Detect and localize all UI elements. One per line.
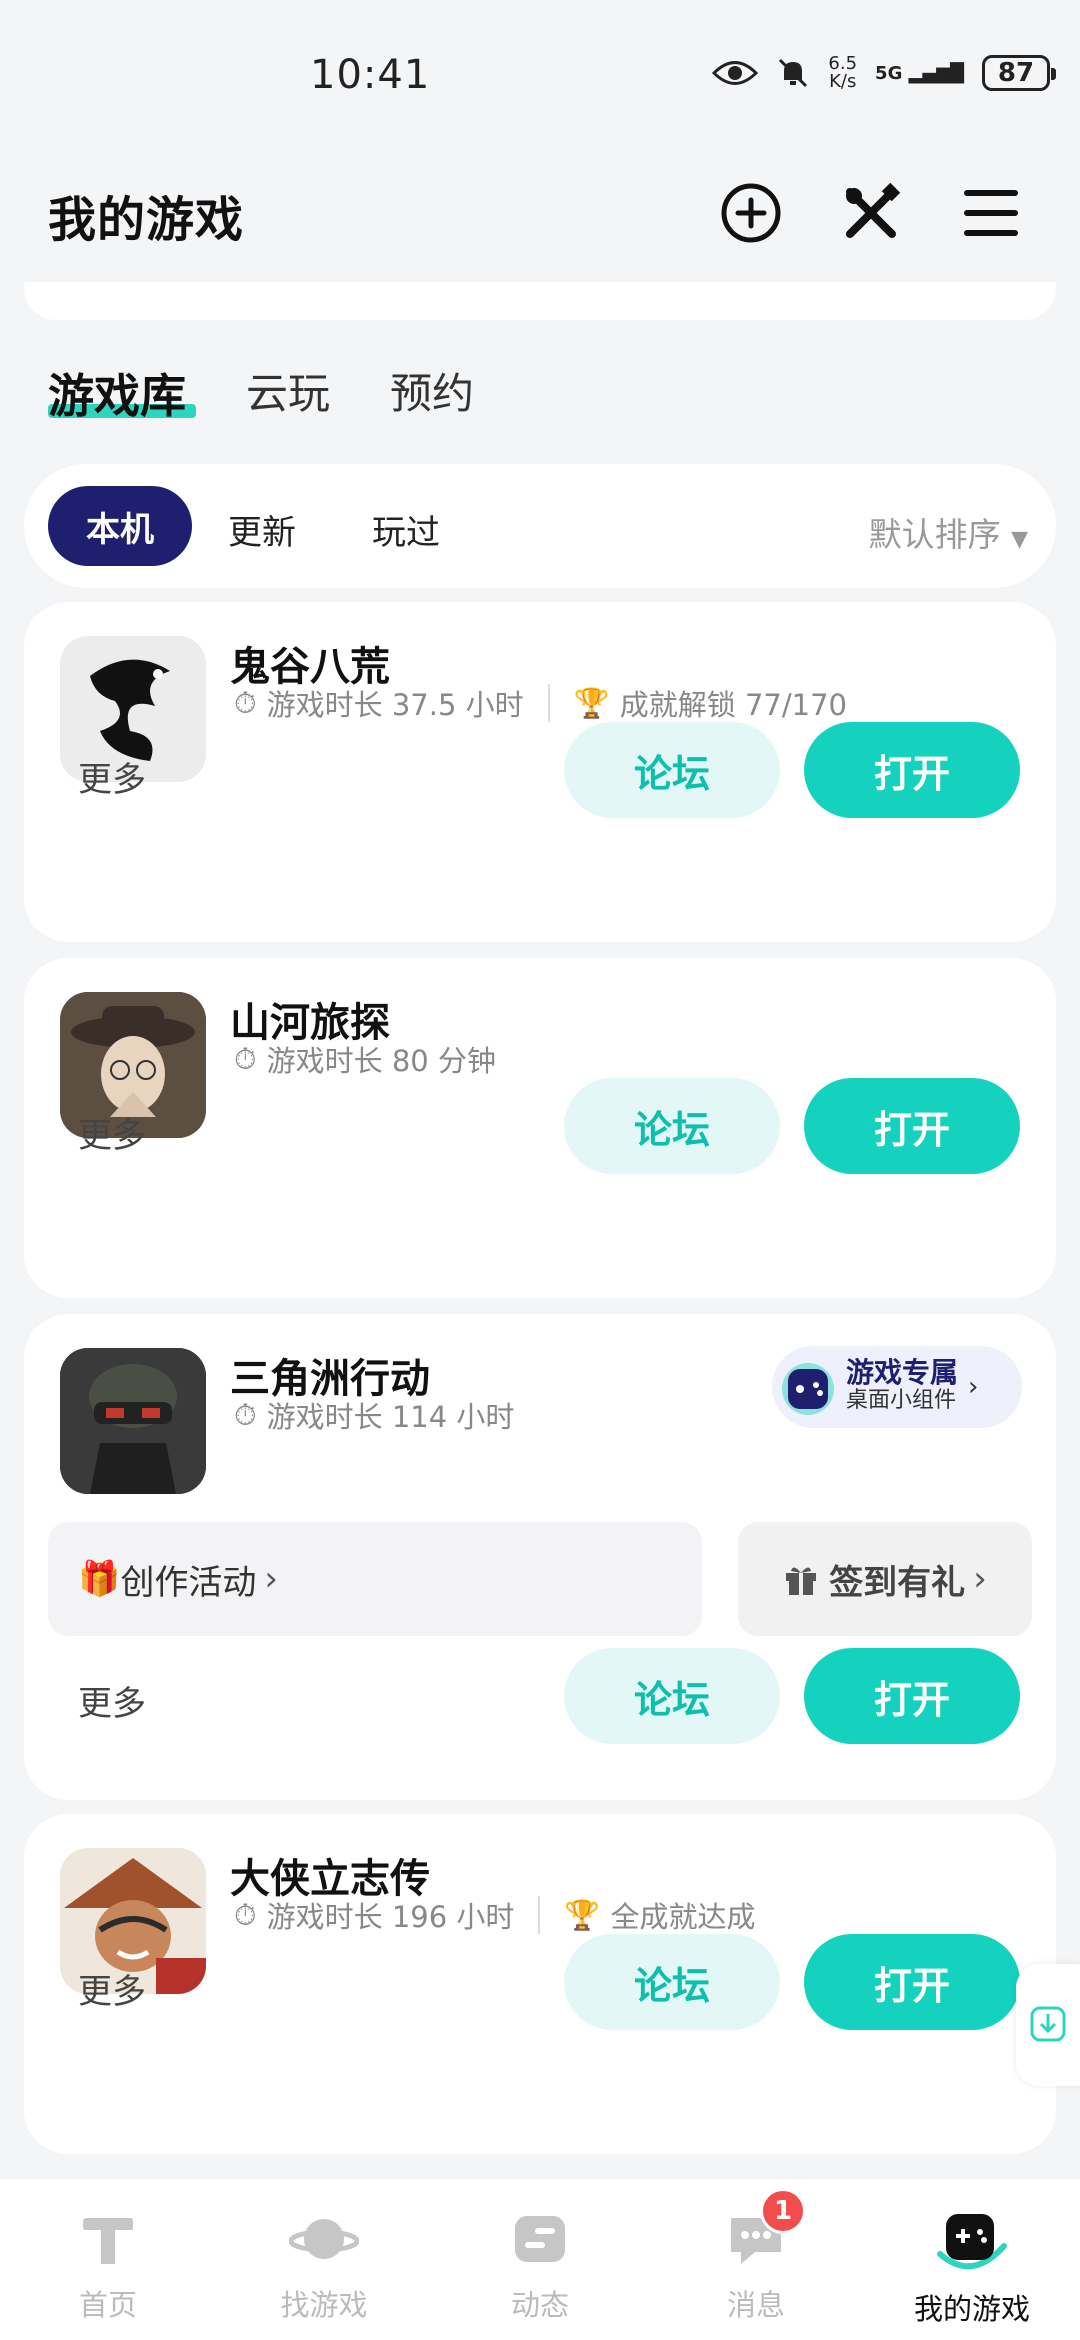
battery-icon: 87	[982, 55, 1056, 91]
nav-label: 动态	[510, 2288, 569, 2322]
caret-down-icon: ▼	[1011, 527, 1028, 552]
subtab-played[interactable]: 玩过	[372, 505, 440, 554]
status-icons: 6.5 K/s 5G ▂▄▆█ 87	[712, 53, 1056, 92]
open-button[interactable]: 打开	[804, 1934, 1020, 2030]
open-button[interactable]: 打开	[804, 722, 1020, 818]
download-icon	[1030, 2006, 1066, 2042]
tools-icon	[846, 182, 901, 238]
tools-button[interactable]	[838, 180, 904, 246]
subtab-local[interactable]: 本机	[48, 486, 192, 566]
more-button[interactable]: 更多	[78, 1964, 146, 2013]
game-card: 大侠立志传 ⏱ 游戏时长 196 小时 🏆 全成就达成 更多 论坛 打开	[24, 1814, 1056, 2154]
playtime: 游戏时长 114 小时	[266, 1400, 515, 1434]
soldier-portrait-icon	[60, 1348, 206, 1494]
stopwatch-icon: ⏱	[234, 685, 257, 720]
trophy-icon: 🏆	[573, 685, 610, 720]
add-game-button[interactable]	[718, 180, 784, 246]
nav-label: 我的游戏	[913, 2292, 1030, 2326]
gamepad-widget-icon	[782, 1363, 834, 1415]
nav-find-games[interactable]: 找游戏	[234, 2210, 414, 2324]
stopwatch-icon: ⏱	[234, 1897, 257, 1932]
desktop-widget-badge[interactable]: 游戏专属 桌面小组件 ›	[772, 1346, 1022, 1428]
chevron-right-icon: ›	[264, 1559, 278, 1599]
game-meta: ⏱ 游戏时长 196 小时 🏆 全成就达成	[234, 1894, 756, 1936]
playtime: 游戏时长 80 分钟	[266, 1044, 496, 1078]
nav-feed[interactable]: 动态	[450, 2210, 630, 2324]
subtab-updates[interactable]: 更新	[228, 505, 296, 554]
nav-messages[interactable]: 消息	[666, 2210, 846, 2324]
home-t-icon	[83, 2218, 133, 2264]
game-card: 山河旅探 ⏱ 游戏时长 80 分钟 更多 论坛 打开	[24, 958, 1056, 1298]
collapsed-panel	[24, 282, 1056, 320]
stopwatch-icon: ⏱	[234, 1041, 257, 1076]
plus-circle-icon	[721, 183, 781, 243]
forum-button[interactable]: 论坛	[564, 1078, 780, 1174]
tab-reservations[interactable]: 预约	[390, 360, 474, 421]
nav-my-games[interactable]: 我的游戏	[882, 2210, 1062, 2328]
page-title: 我的游戏	[48, 192, 245, 248]
more-button[interactable]: 更多	[78, 752, 146, 801]
creation-activity-chip[interactable]: 🎁 创作活动 ›	[48, 1522, 702, 1636]
chip-label: 创作活动	[120, 1562, 257, 1603]
trophy-star-icon: 🏆	[564, 1897, 601, 1932]
planet-icon	[288, 2219, 360, 2259]
gift-icon: 🎁	[78, 1559, 121, 1599]
nav-home[interactable]: 首页	[18, 2210, 198, 2324]
forum-button[interactable]: 论坛	[564, 1648, 780, 1744]
status-time: 10:41	[310, 52, 431, 98]
gamepad-icon	[937, 2214, 1007, 2270]
gift-box-icon	[786, 1567, 817, 1595]
achievement: 全成就达成	[610, 1900, 756, 1934]
nav-label: 找游戏	[280, 2288, 368, 2322]
floating-download-tab[interactable]	[1016, 1964, 1080, 2086]
game-meta: ⏱ 游戏时长 37.5 小时 🏆 成就解锁 77/170	[234, 682, 847, 724]
net-speed: 6.5 K/s	[828, 53, 858, 92]
chevron-right-icon: ›	[973, 1559, 987, 1599]
more-button[interactable]: 更多	[78, 1676, 146, 1725]
stopwatch-icon: ⏱	[234, 1397, 257, 1432]
eye-icon	[712, 61, 759, 85]
more-button[interactable]: 更多	[78, 1108, 146, 1157]
game-meta: ⏱ 游戏时长 114 小时	[234, 1394, 514, 1436]
tab-game-library[interactable]: 游戏库	[48, 360, 186, 426]
forum-button[interactable]: 论坛	[564, 722, 780, 818]
game-icon-delta[interactable]	[60, 1348, 206, 1494]
sort-dropdown[interactable]: 默认排序 ▼	[869, 508, 1028, 556]
open-button[interactable]: 打开	[804, 1078, 1020, 1174]
hamburger-icon	[964, 190, 1018, 236]
sort-label: 默认排序	[868, 515, 1001, 554]
signin-reward-chip[interactable]: 签到有礼 ›	[738, 1522, 1032, 1636]
achievement: 成就解锁 77/170	[619, 688, 847, 722]
chip-label: 签到有礼	[829, 1562, 966, 1603]
open-button[interactable]: 打开	[804, 1648, 1020, 1744]
mute-bell-icon	[779, 58, 808, 88]
chevron-right-icon: ›	[968, 1372, 979, 1402]
widget-title: 游戏专属	[846, 1356, 959, 1389]
tab-cloud-play[interactable]: 云玩	[246, 360, 330, 421]
nav-label: 消息	[726, 2288, 785, 2322]
playtime: 游戏时长 196 小时	[266, 1900, 515, 1934]
signal-icon: 5G ▂▄▆█	[875, 62, 964, 84]
nav-label: 首页	[78, 2288, 137, 2322]
game-card: 三角洲行动 ⏱ 游戏时长 114 小时 游戏专属 桌面小组件 › 🎁 创作活动 …	[24, 1314, 1056, 1800]
playtime: 游戏时长 37.5 小时	[266, 688, 524, 722]
game-card: 鬼谷八荒 ⏱ 游戏时长 37.5 小时 🏆 成就解锁 77/170 更多 论坛 …	[24, 602, 1056, 942]
game-meta: ⏱ 游戏时长 80 分钟	[234, 1038, 496, 1080]
unread-badge: 1	[760, 2188, 806, 2234]
widget-subtitle: 桌面小组件	[846, 1388, 957, 1413]
feed-icon	[515, 2216, 565, 2262]
forum-button[interactable]: 论坛	[564, 1934, 780, 2030]
menu-button[interactable]	[958, 180, 1024, 246]
